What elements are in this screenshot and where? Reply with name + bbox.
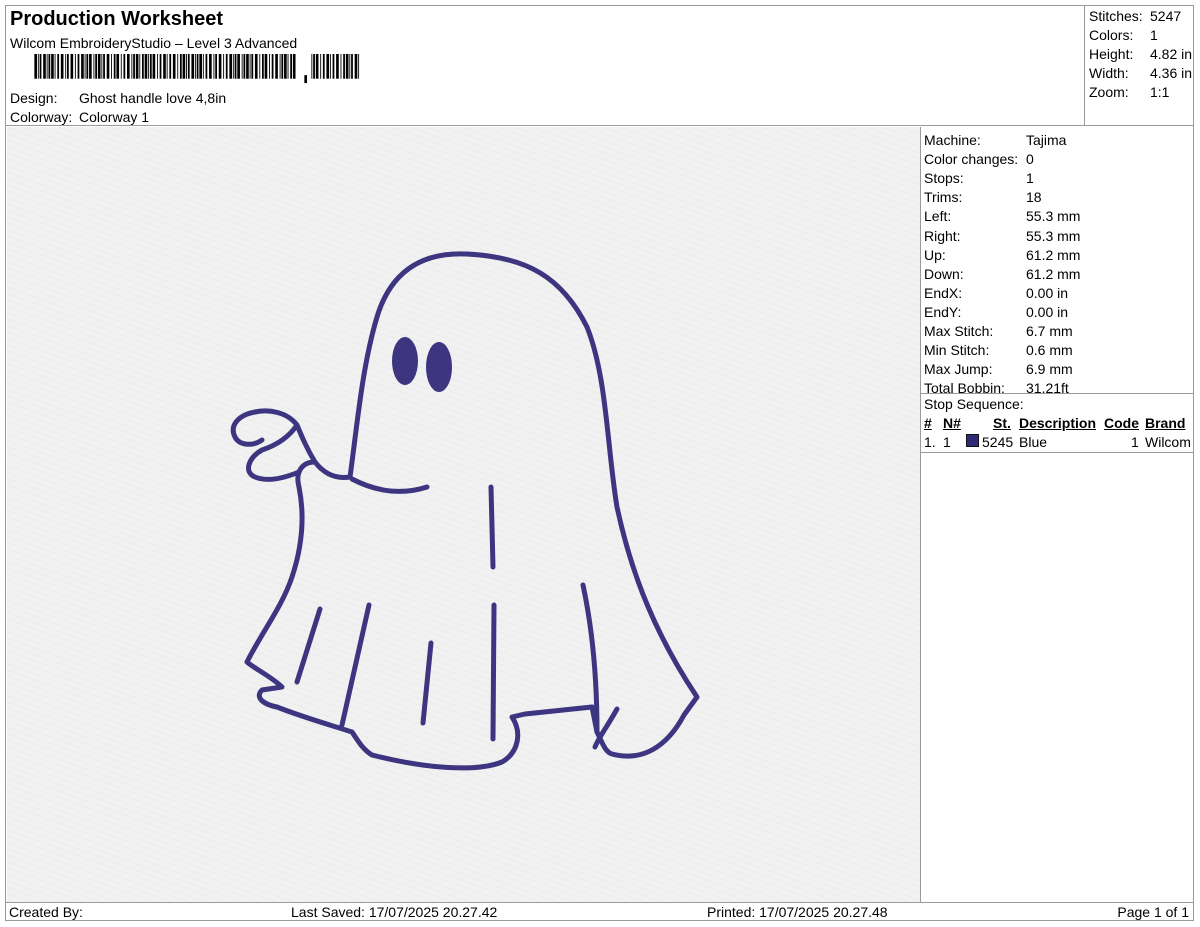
- design-preview: [7, 127, 921, 902]
- created-by: Created By:: [9, 904, 83, 920]
- footer-bar: Created By: Last Saved: 17/07/2025 20.27…: [6, 902, 1193, 920]
- machine-info-value: 1: [1026, 170, 1034, 187]
- machine-info-row: Left: 55.3 mm: [924, 208, 1080, 224]
- colorway-value: Colorway 1: [79, 109, 150, 125]
- summary-row: Height: 4.82 in: [1089, 46, 1192, 62]
- machine-info-label: Machine:: [924, 132, 981, 148]
- summary-label: Stitches:: [1089, 8, 1143, 24]
- color-swatch: [966, 434, 979, 447]
- ghost-left-eye: [392, 337, 418, 385]
- machine-info-row: Right: 55.3 mm: [924, 228, 1080, 244]
- machine-info-label: Up:: [924, 246, 946, 263]
- machine-info-row: Down: 61.2 mm: [924, 266, 1080, 282]
- design-label: Design:: [10, 90, 58, 106]
- barcode-image: [34, 54, 360, 84]
- machine-info-label: EndY:: [924, 303, 962, 320]
- header-panel: Production Worksheet Wilcom EmbroiderySt…: [6, 6, 1085, 126]
- machine-info-label: Right:: [924, 227, 961, 244]
- colorway-label: Colorway:: [10, 109, 73, 125]
- colorway-row: Colorway: Colorway 1: [10, 109, 149, 125]
- machine-info-row: Max Jump: 6.9 mm: [924, 361, 1073, 377]
- machine-info-label: Left:: [924, 208, 952, 225]
- production-worksheet: Production Worksheet Wilcom EmbroiderySt…: [5, 5, 1194, 921]
- machine-info-label: Stops:: [924, 170, 964, 187]
- machine-info-value: 61.2 mm: [1026, 246, 1081, 263]
- last-saved: Last Saved: 17/07/2025 20.27.42: [291, 904, 498, 920]
- summary-value: 5247: [1150, 8, 1182, 24]
- ghost-right-eye: [426, 342, 452, 392]
- column-header-stitches: St.: [993, 415, 1011, 431]
- summary-label: Colors:: [1089, 27, 1134, 43]
- machine-info-row: Max Stitch: 6.7 mm: [924, 323, 1073, 339]
- row-description: Blue: [1019, 434, 1048, 450]
- row-index: 1.: [924, 434, 936, 450]
- machine-info-label: EndX:: [924, 284, 963, 301]
- machine-info-row: Trims: 18: [924, 189, 1042, 205]
- column-header-needle: N#: [943, 415, 961, 431]
- summary-panel: Stitches: 5247 Colors: 1 Height: 4.82 in Wi…: [1085, 6, 1193, 126]
- machine-info-row: Machine: Tajima: [924, 132, 1066, 148]
- printed-date: Printed: 17/07/2025 20.27.48: [707, 904, 888, 920]
- machine-info-row: EndY: 0.00 in: [924, 304, 1068, 320]
- summary-value: 1: [1150, 27, 1158, 43]
- machine-info-row: Min Stitch: 0.6 mm: [924, 342, 1073, 358]
- summary-value: 4.36 in: [1150, 65, 1193, 81]
- column-header-brand: Brand: [1145, 415, 1186, 431]
- machine-info-value: 6.9 mm: [1026, 361, 1073, 378]
- software-name: Wilcom EmbroideryStudio – Level 3 Advanc…: [10, 35, 298, 51]
- machine-info-label: Trims:: [924, 189, 963, 206]
- machine-info-value: 0.00 in: [1026, 284, 1069, 301]
- summary-row: Zoom: 1:1: [1089, 84, 1169, 100]
- summary-label: Width:: [1089, 65, 1129, 81]
- machine-info-value: 6.7 mm: [1026, 323, 1073, 339]
- row-stitches: 5245: [982, 434, 1014, 450]
- column-header-description: Description: [1019, 415, 1097, 431]
- machine-info-value: 0: [1026, 151, 1034, 168]
- machine-info-value: 18: [1026, 189, 1042, 206]
- page-number: Page 1 of 1: [1117, 904, 1189, 920]
- summary-label: Zoom:: [1089, 84, 1129, 100]
- ghost-embroidery-illustration: [7, 127, 920, 902]
- design-row: Design: Ghost handle love 4,8in: [10, 90, 226, 106]
- row-brand: Wilcom: [1145, 434, 1191, 450]
- stop-sequence-table: Stop Sequence: # N# St. Description Code…: [921, 393, 1193, 453]
- fabric-background: [7, 127, 920, 902]
- stop-sequence-label: Stop Sequence:: [924, 396, 1024, 412]
- machine-info-row: Color changes: 0: [924, 151, 1034, 167]
- machine-info-label: Max Stitch:: [924, 323, 994, 339]
- summary-row: Width: 4.36 in: [1089, 65, 1192, 81]
- machine-info-label: Min Stitch:: [924, 342, 990, 359]
- machine-info-label: Max Jump:: [924, 361, 993, 378]
- machine-info-label: Down:: [924, 265, 964, 282]
- machine-info-value: 55.3 mm: [1026, 227, 1081, 244]
- machine-info-row: Stops: 1: [924, 170, 1034, 186]
- ghost-stripe: [490, 602, 497, 742]
- machine-info-value: 55.3 mm: [1026, 208, 1081, 225]
- design-value: Ghost handle love 4,8in: [79, 90, 227, 106]
- summary-label: Height:: [1089, 46, 1134, 62]
- machine-info-row: Up: 61.2 mm: [924, 247, 1080, 263]
- machine-info-value: 0.6 mm: [1026, 342, 1073, 359]
- summary-value: 4.82 in: [1150, 46, 1193, 62]
- page-title: Production Worksheet: [10, 8, 223, 30]
- summary-row: Colors: 1: [1089, 27, 1158, 43]
- machine-info-panel: Machine: Tajima Color changes: 0 Stops: 1 Trim…: [921, 127, 1193, 902]
- row-needle: 1: [943, 434, 951, 450]
- column-header-index: #: [924, 415, 932, 431]
- machine-info-value: 0.00 in: [1026, 303, 1069, 320]
- machine-info-row: EndX: 0.00 in: [924, 285, 1068, 301]
- row-code: 1: [1131, 434, 1139, 450]
- summary-value: 1:1: [1150, 84, 1170, 100]
- column-header-code: Code: [1104, 415, 1139, 431]
- summary-row: Stitches: 5247: [1089, 8, 1181, 24]
- machine-info-label: Color changes:: [924, 151, 1019, 168]
- ghost-stripe: [488, 484, 496, 570]
- machine-info-value: 61.2 mm: [1026, 265, 1081, 282]
- machine-info-value: Tajima: [1026, 132, 1067, 148]
